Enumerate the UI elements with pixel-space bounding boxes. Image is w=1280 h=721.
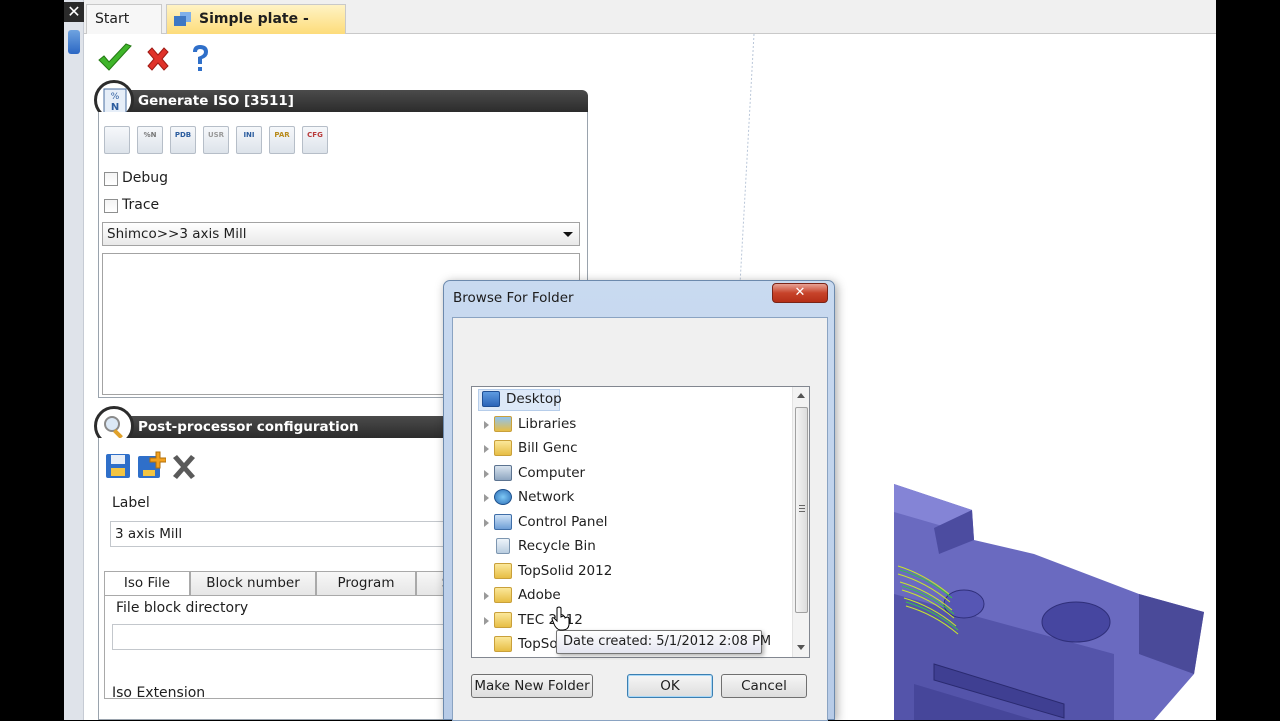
cancel-button[interactable]: Cancel [721,674,807,698]
expand-arrow-icon[interactable] [484,470,489,478]
libraries-icon [494,416,512,432]
ok-check-icon[interactable] [96,42,134,76]
dialog-title: Browse For Folder [453,290,574,306]
scroll-down-icon[interactable] [797,645,805,650]
tree-item-label: Desktop [506,391,562,407]
save-floppy-icon[interactable] [104,452,132,480]
save-new-icon[interactable] [136,450,166,480]
document-tab-bar: Start Page Simple plate - Copy* [84,0,1216,55]
left-side-strip: ✕ [64,0,84,720]
usr-icon[interactable]: USR [203,126,229,154]
folder-icon [494,612,512,628]
wrench-magnifier-icon [104,416,123,439]
debug-checkbox[interactable] [104,172,118,186]
tree-item-control-panel[interactable]: Control Panel [472,512,790,534]
generate-iso-title: Generate ISO [3511] [138,93,294,109]
trace-checkbox[interactable] [104,199,118,213]
generate-iso-header: Generate ISO [3511] [98,90,588,112]
ok-button[interactable]: OK [627,674,713,698]
expand-arrow-icon[interactable] [484,617,489,625]
folder-icon [494,563,512,579]
tree-item-adobe[interactable]: Adobe [472,585,790,607]
tree-item-tec-2012[interactable]: TEC 2012 [472,610,790,632]
tree-item-libraries[interactable]: Libraries [472,414,790,436]
folder-icon [494,587,512,603]
scrollbar-thumb[interactable] [795,407,808,613]
folder-icon [494,636,512,652]
tree-item-label: Adobe [518,587,561,603]
scroll-up-icon[interactable] [797,393,805,398]
pin-icon[interactable] [68,30,80,54]
tab-simple-plate[interactable]: Simple plate - Copy* [166,4,346,55]
delete-x-icon[interactable] [170,454,198,480]
make-new-folder-button[interactable]: Make New Folder [471,674,593,698]
date-created-tooltip: Date created: 5/1/2012 2:08 PM [556,630,771,654]
desktop-icon [482,391,500,407]
close-icon[interactable]: ✕ [64,2,84,22]
close-icon: ✕ [794,285,806,300]
tree-item-label: Bill Genc [518,440,578,456]
tree-item-label: Network [518,489,575,505]
expand-arrow-icon[interactable] [484,421,489,429]
iso-percent-n-icon: % N [103,88,127,114]
tab-program[interactable]: Program [316,571,416,595]
hand-cursor-icon [551,606,570,631]
folder-tree[interactable]: Desktop Libraries Bill Genc Computer Net [471,386,810,658]
cfg-icon[interactable]: CFG [302,126,328,154]
user-folder-icon [494,440,512,456]
tree-item-topsolid-2012[interactable]: TopSolid 2012 [472,561,790,583]
recycle-bin-icon [496,538,510,554]
tab-start-page[interactable]: Start Page [86,4,162,55]
percent-n-icon[interactable]: %N [137,126,163,154]
control-panel-icon [494,514,512,530]
file-block-directory-label: File block directory [116,600,249,616]
debug-label: Debug [122,170,169,186]
expand-arrow-icon[interactable] [484,445,489,453]
percent-n-edit-icon[interactable] [104,126,130,154]
trace-label: Trace [122,197,160,213]
tree-item-label: Libraries [518,416,577,432]
label-input-value: 3 axis Mill [115,526,183,542]
dialog-body: Desktop Libraries Bill Genc Computer Net [452,317,828,721]
pdb-icon[interactable]: PDB [170,126,196,154]
tree-item-label: TopSolid 2012 [518,563,613,579]
iso-extension-label: Iso Extension [112,685,206,701]
ini-icon[interactable]: INI [236,126,262,154]
par-icon[interactable]: PAR [269,126,295,154]
dialog-close-button[interactable]: ✕ [772,283,828,303]
postprocessor-selected-value: Shimco>>3 axis Mill [107,226,247,242]
computer-icon [494,465,512,481]
expand-arrow-icon[interactable] [484,592,489,600]
browse-for-folder-dialog: Browse For Folder ✕ Desktop Libraries Bi… [443,280,835,721]
tree-scrollbar[interactable] [792,387,809,657]
part-document-icon [174,12,191,26]
tree-item-bill-genc[interactable]: Bill Genc [472,438,790,460]
tree-item-label: Recycle Bin [518,538,596,554]
label-caption: Label [112,495,150,511]
postprocessor-select[interactable]: Shimco>>3 axis Mill [102,222,580,246]
tree-item-network[interactable]: Network [472,487,790,509]
cancel-x-icon[interactable] [144,46,172,74]
expand-arrow-icon[interactable] [484,494,489,502]
tab-iso-file[interactable]: Iso File [104,571,190,595]
postproc-config-title: Post-processor configuration [138,419,359,435]
tree-item-recycle-bin[interactable]: Recycle Bin [472,536,790,558]
tree-item-computer[interactable]: Computer [472,463,790,485]
expand-arrow-icon[interactable] [484,519,489,527]
chevron-down-icon [563,232,573,237]
network-icon [494,489,512,505]
tree-item-desktop[interactable]: Desktop [472,389,790,411]
tree-item-label: Control Panel [518,514,608,530]
svg-text:%: % [111,92,120,102]
tab-block-number[interactable]: Block number [190,571,316,595]
help-question-icon[interactable] [188,42,212,76]
tree-item-label: Computer [518,465,586,481]
